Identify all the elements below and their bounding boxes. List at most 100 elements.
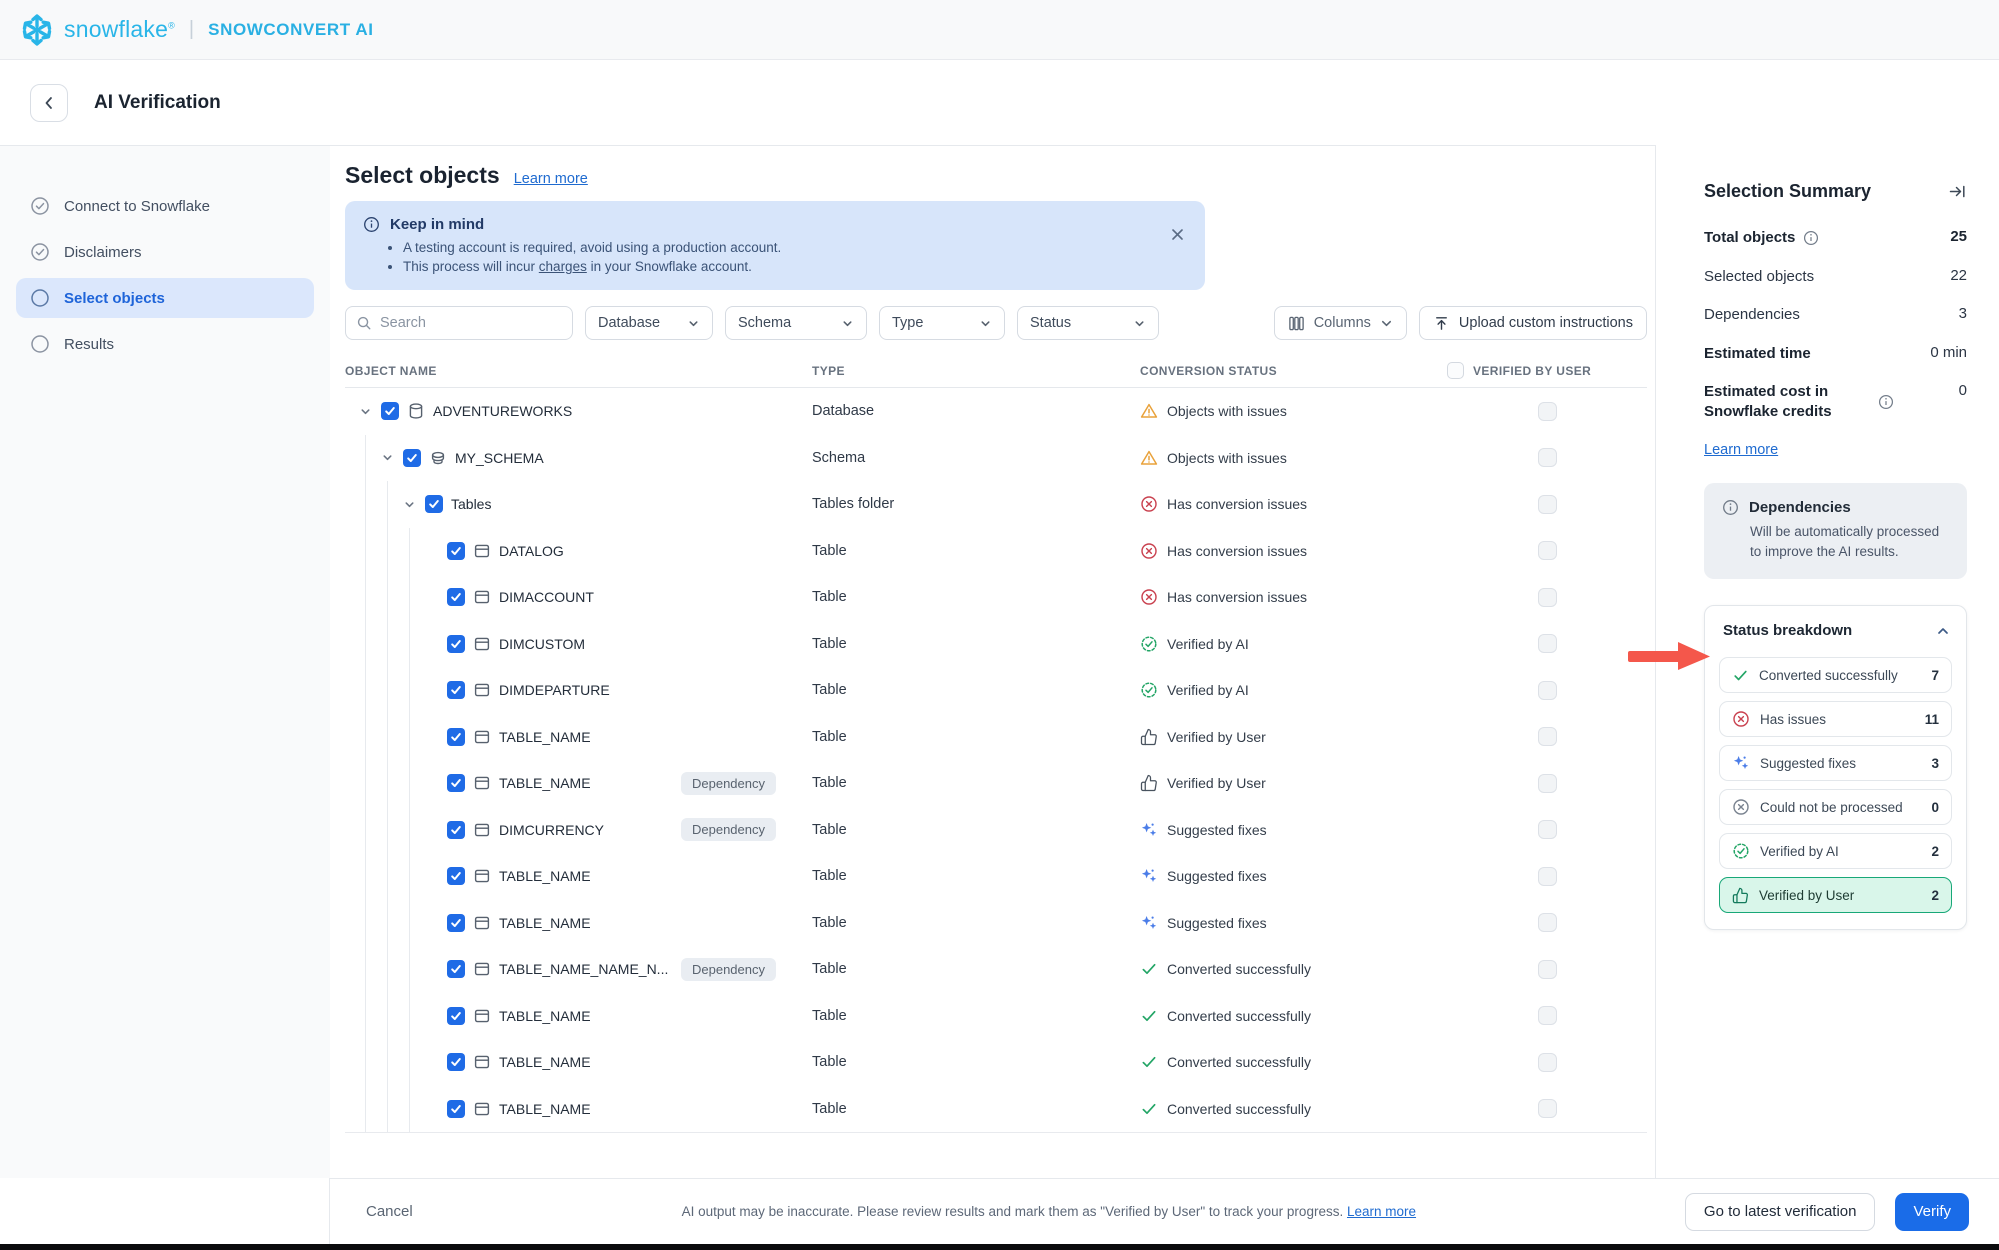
verified-checkbox[interactable]: [1538, 588, 1557, 607]
table-row[interactable]: DIMCURRENCYDependencyTableSuggested fixe…: [345, 807, 1647, 854]
tree-guide-line: [409, 667, 410, 714]
footer-learn-more-link[interactable]: Learn more: [1347, 1204, 1416, 1219]
table-row[interactable]: TABLE_NAMETableSuggested fixes: [345, 853, 1647, 900]
row-checkbox[interactable]: [447, 542, 465, 560]
row-checkbox[interactable]: [447, 1053, 465, 1071]
verified-checkbox[interactable]: [1538, 913, 1557, 932]
verified-checkbox[interactable]: [1538, 495, 1557, 514]
verified-checkbox[interactable]: [1538, 727, 1557, 746]
stat-label-text: Estimated cost in Snowflake credits: [1704, 382, 1870, 421]
conversion-status-cell: Has conversion issues: [1140, 495, 1447, 513]
sidebar-step-select-objects[interactable]: Select objects: [16, 278, 314, 318]
table-row[interactable]: ADVENTUREWORKSDatabaseObjects with issue…: [345, 388, 1647, 435]
table-row[interactable]: TABLE_NAMETableVerified by User: [345, 714, 1647, 761]
verified-checkbox[interactable]: [1538, 1053, 1557, 1072]
summary-learn-more-link[interactable]: Learn more: [1704, 442, 1778, 458]
chevron-up-icon[interactable]: [1936, 624, 1950, 638]
tree-guide-line: [409, 1086, 410, 1133]
table-row[interactable]: DIMACCOUNTTableHas conversion issues: [345, 574, 1647, 621]
close-icon[interactable]: [1170, 227, 1185, 242]
table-row[interactable]: MY_SCHEMASchemaObjects with issues: [345, 435, 1647, 482]
upload-custom-instructions-button[interactable]: Upload custom instructions: [1419, 306, 1647, 340]
columns-button[interactable]: Columns: [1274, 306, 1407, 340]
filter-dropdown-status[interactable]: Status: [1017, 306, 1159, 340]
row-checkbox[interactable]: [447, 588, 465, 606]
warning-status-icon: [1140, 449, 1158, 467]
table-row[interactable]: TABLE_NAME_NAME_N...DependencyTableConve…: [345, 946, 1647, 993]
row-checkbox[interactable]: [447, 728, 465, 746]
table-row[interactable]: TablesTables folderHas conversion issues: [345, 481, 1647, 528]
row-checkbox[interactable]: [447, 774, 465, 792]
status-breakdown-item[interactable]: Suggested fixes3: [1719, 745, 1952, 781]
columns-icon: [1288, 315, 1305, 332]
verified-checkbox[interactable]: [1538, 867, 1557, 886]
verified-checkbox[interactable]: [1538, 402, 1557, 421]
row-checkbox[interactable]: [447, 1100, 465, 1118]
cancel-button[interactable]: Cancel: [366, 1203, 413, 1220]
row-checkbox[interactable]: [447, 960, 465, 978]
object-name: TABLE_NAME_NAME_N...: [499, 961, 668, 977]
object-name-cell: DIMACCOUNT: [345, 574, 812, 621]
verified-cell: [1447, 588, 1647, 607]
sidebar-step-results[interactable]: Results: [16, 324, 314, 364]
row-checkbox[interactable]: [381, 402, 399, 420]
status-breakdown-item[interactable]: Could not be processed0: [1719, 789, 1952, 825]
verified-checkbox[interactable]: [1538, 634, 1557, 653]
sidebar-step-disclaimers[interactable]: Disclaimers: [16, 232, 314, 272]
verified-checkbox[interactable]: [1538, 1006, 1557, 1025]
table-row[interactable]: TABLE_NAMETableSuggested fixes: [345, 900, 1647, 947]
tree-guide-line: [387, 574, 388, 621]
tree-guide-line: [409, 900, 410, 947]
table-row[interactable]: TABLE_NAMETableConverted successfully: [345, 993, 1647, 1040]
row-checkbox[interactable]: [447, 681, 465, 699]
expand-chevron-icon[interactable]: [381, 451, 395, 464]
verified-checkbox[interactable]: [1538, 541, 1557, 560]
table-row[interactable]: DIMDEPARTURETableVerified by AI: [345, 667, 1647, 714]
go-to-latest-verification-button[interactable]: Go to latest verification: [1685, 1193, 1876, 1231]
table-row[interactable]: DIMCUSTOMTableVerified by AI: [345, 621, 1647, 668]
row-checkbox[interactable]: [447, 1007, 465, 1025]
table-row[interactable]: DATALOGTableHas conversion issues: [345, 528, 1647, 575]
table-row[interactable]: TABLE_NAMEDependencyTableVerified by Use…: [345, 760, 1647, 807]
charges-link[interactable]: charges: [539, 259, 587, 274]
tree-guide-line: [365, 481, 366, 528]
table-row[interactable]: TABLE_NAMETableConverted successfully: [345, 1039, 1647, 1086]
verify-button[interactable]: Verify: [1895, 1193, 1969, 1231]
verified-checkbox[interactable]: [1538, 1099, 1557, 1118]
filter-dropdown-schema[interactable]: Schema: [725, 306, 867, 340]
row-checkbox[interactable]: [447, 867, 465, 885]
expand-chevron-icon[interactable]: [403, 498, 417, 511]
verified-checkbox[interactable]: [1538, 820, 1557, 839]
verified-checkbox[interactable]: [1538, 448, 1557, 467]
verified-checkbox[interactable]: [1538, 681, 1557, 700]
filter-dropdown-type[interactable]: Type: [879, 306, 1005, 340]
dropdown-label: Database: [598, 315, 660, 331]
filter-dropdown-database[interactable]: Database: [585, 306, 713, 340]
status-breakdown-item[interactable]: Converted successfully7: [1719, 657, 1952, 693]
expand-chevron-icon[interactable]: [359, 405, 373, 418]
keep-in-mind-banner: Keep in mind A testing account is requir…: [345, 201, 1205, 290]
verified-checkbox[interactable]: [1538, 774, 1557, 793]
dropdown-label: Type: [892, 315, 923, 331]
verified-checkbox[interactable]: [1538, 960, 1557, 979]
status-breakdown-item[interactable]: Verified by User2: [1719, 877, 1952, 913]
steps-sidebar: Connect to Snowflake Disclaimers Select ob…: [0, 146, 330, 1178]
row-checkbox[interactable]: [447, 821, 465, 839]
status-breakdown-item[interactable]: Verified by AI2: [1719, 833, 1952, 869]
search-input[interactable]: [380, 315, 562, 331]
tree-guide-line: [409, 946, 410, 993]
back-button[interactable]: [30, 84, 68, 122]
table-row[interactable]: TABLE_NAMETableConverted successfully: [345, 1086, 1647, 1133]
verified-header-checkbox[interactable]: [1447, 362, 1464, 379]
error-status-icon: [1140, 588, 1158, 606]
status-breakdown-item[interactable]: Has issues11: [1719, 701, 1952, 737]
top-brand-bar: snowflake® | SNOWCONVERT AI: [0, 0, 1999, 60]
row-checkbox[interactable]: [425, 495, 443, 513]
status-label: Suggested fixes: [1167, 822, 1267, 838]
collapse-panel-icon[interactable]: [1948, 182, 1967, 201]
learn-more-link[interactable]: Learn more: [514, 171, 588, 187]
row-checkbox[interactable]: [403, 449, 421, 467]
sidebar-step-connect-to-snowflake[interactable]: Connect to Snowflake: [16, 186, 314, 226]
row-checkbox[interactable]: [447, 635, 465, 653]
row-checkbox[interactable]: [447, 914, 465, 932]
